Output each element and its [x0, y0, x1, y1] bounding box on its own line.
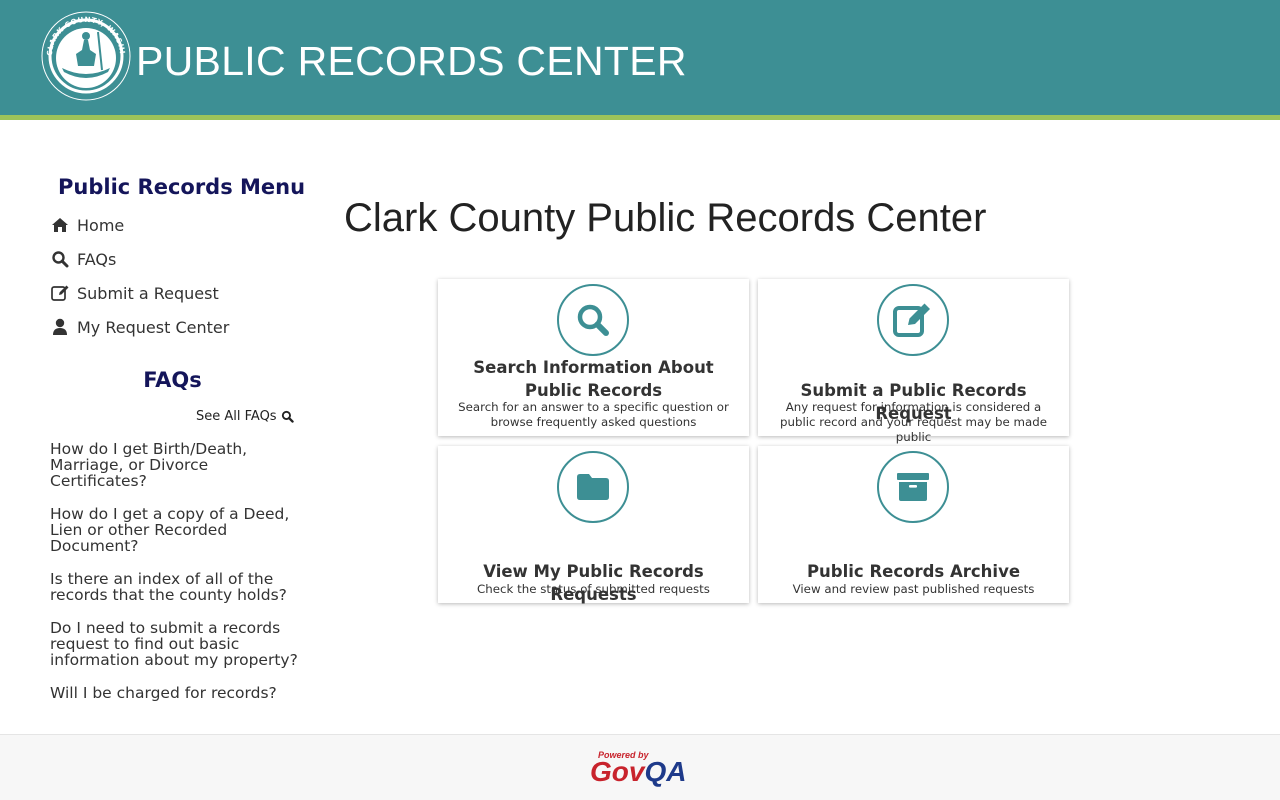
sidebar-item-label: Submit a Request	[77, 283, 219, 303]
archive-icon	[897, 473, 929, 501]
card-title: Search Information About Public Records	[473, 358, 714, 400]
search-info-card[interactable]: Search Information About Public Records …	[438, 279, 749, 436]
county-seal-icon[interactable]: CLARK COUNTY, WASHINGTON	[40, 10, 132, 102]
sidebar-item-my-request-center[interactable]: My Request Center	[50, 315, 229, 339]
faq-link[interactable]: Is there an index of all of the records …	[50, 571, 300, 603]
edit-icon	[50, 283, 70, 303]
see-all-faqs-label: See All FAQs	[196, 409, 277, 424]
search-icon	[281, 410, 294, 423]
folder-icon	[577, 474, 609, 500]
faq-section-title: FAQs	[143, 368, 202, 392]
card-icon-circle	[557, 284, 629, 356]
search-icon	[577, 304, 609, 336]
site-title: PUBLIC RECORDS CENTER	[136, 38, 687, 84]
site-footer: Powered by GovQA	[0, 734, 1280, 800]
see-all-faqs-link[interactable]: See All FAQs	[196, 409, 294, 424]
sidebar-item-label: FAQs	[77, 249, 117, 269]
faq-link[interactable]: Do I need to submit a records request to…	[50, 620, 300, 668]
brand-part-1: Gov	[590, 756, 645, 787]
sidebar-item-label: My Request Center	[77, 317, 230, 337]
search-icon	[50, 249, 70, 269]
govqa-logo[interactable]: Powered by GovQA	[590, 750, 692, 790]
card-description: View and review past published requests	[792, 582, 1035, 596]
card-icon-circle	[877, 451, 949, 523]
faq-link[interactable]: How do I get a copy of a Deed, Lien or o…	[50, 506, 300, 554]
submit-request-card[interactable]: Submit a Public Records Request Any requ…	[758, 279, 1069, 444]
header-accent-stripe	[0, 115, 1280, 120]
sidebar-item-faqs[interactable]: FAQs	[50, 247, 116, 271]
govqa-wordmark: GovQA	[590, 756, 686, 788]
sidebar-item-submit-request[interactable]: Submit a Request	[50, 281, 219, 305]
sidebar-item-label: Home	[77, 215, 125, 235]
card-description: Check the status of submitted requests	[477, 582, 710, 596]
menu-title: Public Records Menu	[58, 175, 306, 199]
card-icon-circle	[877, 284, 949, 356]
card-description: Any request for information is considere…	[780, 400, 1047, 444]
faq-link[interactable]: How do I get Birth/Death, Marriage, or D…	[50, 441, 300, 489]
edit-icon	[893, 303, 930, 337]
faq-link[interactable]: Will I be charged for records?	[50, 685, 300, 701]
card-description: Search for an answer to a specific quest…	[458, 400, 729, 429]
view-requests-card[interactable]: View My Public Records Requests Check th…	[438, 446, 749, 604]
page-title: Clark County Public Records Center	[344, 196, 987, 240]
user-icon	[50, 317, 70, 337]
card-icon-circle	[557, 451, 629, 523]
site-header: CLARK COUNTY, WASHINGTON PUBLIC RECORDS …	[0, 0, 1280, 115]
records-archive-card[interactable]: Public Records Archive View and review p…	[758, 446, 1069, 603]
sidebar-item-home[interactable]: Home	[50, 213, 124, 237]
home-icon	[50, 215, 70, 235]
card-title: Public Records Archive	[806, 562, 1021, 581]
brand-part-2: QA	[644, 756, 687, 787]
